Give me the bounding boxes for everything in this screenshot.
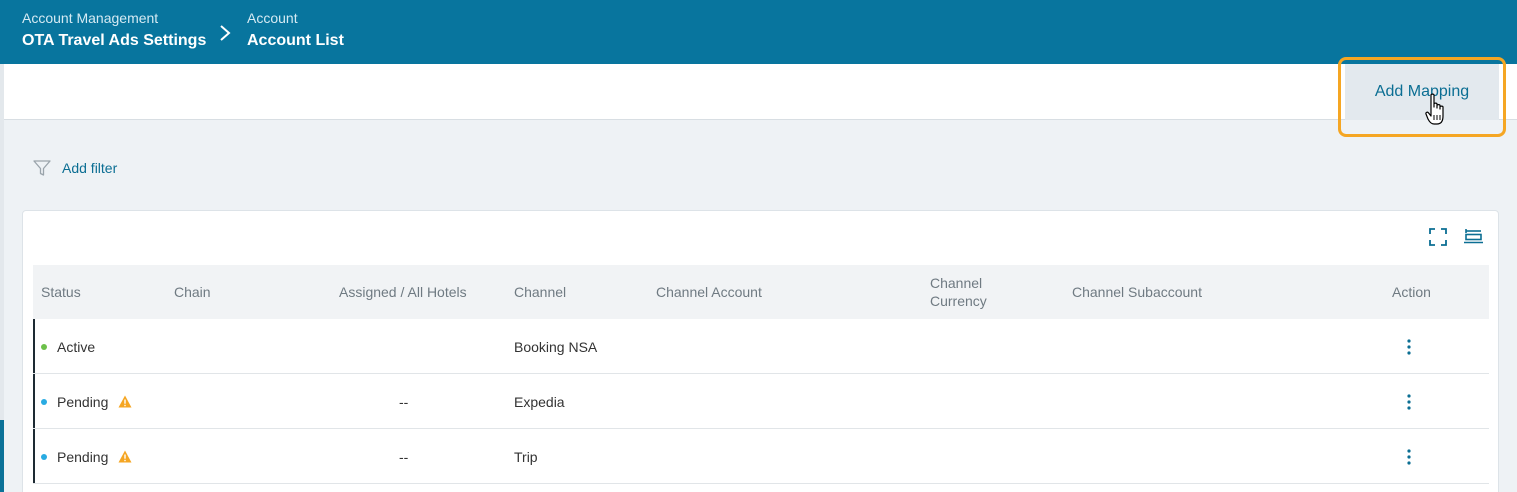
- column-header-action: Action: [1392, 284, 1431, 300]
- more-vertical-icon[interactable]: [1406, 393, 1412, 411]
- add-mapping-button[interactable]: Add Mapping: [1345, 64, 1499, 120]
- table-tools: [1428, 227, 1484, 247]
- channel-cell: Trip: [514, 448, 538, 465]
- channel-cell: Expedia: [514, 393, 565, 410]
- status-cell: Pending: [41, 429, 132, 484]
- column-header-chain[interactable]: Chain: [174, 265, 211, 319]
- channel-cell: Booking NSA: [514, 338, 598, 355]
- chevron-right-icon: [220, 25, 231, 41]
- left-edge-marker: [0, 420, 4, 492]
- status-label: Pending: [57, 393, 109, 410]
- add-filter-label: Add filter: [62, 160, 118, 176]
- breadcrumb-account-management[interactable]: Account Management OTA Travel Ads Settin…: [22, 9, 206, 53]
- table-row[interactable]: Active Booking NSA: [33, 319, 1489, 374]
- status-label: Pending: [57, 448, 109, 465]
- warning-icon: [118, 450, 132, 463]
- column-settings-icon[interactable]: [1462, 227, 1484, 247]
- column-header-channel-subaccount[interactable]: Channel Subaccount: [1072, 265, 1202, 319]
- breadcrumb-section: Account: [247, 10, 298, 26]
- status-dot: [41, 453, 47, 460]
- assigned-hotels-cell: --: [399, 448, 409, 465]
- table-header: Status Chain Assigned / All Hotels Chann…: [33, 265, 1489, 319]
- page-title: Account List: [247, 32, 344, 49]
- assigned-hotels-cell: --: [399, 393, 409, 410]
- breadcrumb-section: Account Management: [22, 10, 159, 26]
- filter-icon: [33, 160, 51, 176]
- column-header-assigned-hotels[interactable]: Assigned / All Hotels: [339, 265, 467, 319]
- table-row[interactable]: Pending -- Expedia: [33, 374, 1489, 429]
- column-header-status[interactable]: Status: [41, 265, 81, 319]
- status-dot: [41, 343, 47, 350]
- status-label: Active: [57, 338, 96, 355]
- add-filter[interactable]: Add filter: [32, 158, 117, 178]
- more-vertical-icon[interactable]: [1406, 338, 1412, 356]
- status-cell: Active: [41, 319, 95, 374]
- breadcrumb-title: OTA Travel Ads Settings: [22, 32, 207, 49]
- row-actions[interactable]: [1406, 374, 1412, 429]
- status-dot: [41, 398, 47, 405]
- column-header-channel-account[interactable]: Channel Account: [656, 265, 762, 319]
- column-header-channel-currency[interactable]: Channel Currency: [930, 265, 1000, 319]
- hand-cursor-icon: [1425, 93, 1444, 125]
- page-header: Account Management OTA Travel Ads Settin…: [0, 0, 1517, 64]
- account-table-card: Status Chain Assigned / All Hotels Chann…: [22, 210, 1499, 492]
- status-cell: Pending: [41, 374, 132, 429]
- fullscreen-icon[interactable]: [1428, 227, 1448, 247]
- breadcrumb-account: Account Account List: [247, 9, 344, 53]
- row-actions[interactable]: [1406, 429, 1412, 484]
- more-vertical-icon[interactable]: [1406, 448, 1412, 466]
- row-actions[interactable]: [1406, 319, 1412, 374]
- column-header-channel[interactable]: Channel: [514, 265, 566, 319]
- table-row[interactable]: Pending -- Trip: [33, 429, 1489, 484]
- toolbar: [4, 64, 1517, 120]
- warning-icon: [118, 395, 132, 408]
